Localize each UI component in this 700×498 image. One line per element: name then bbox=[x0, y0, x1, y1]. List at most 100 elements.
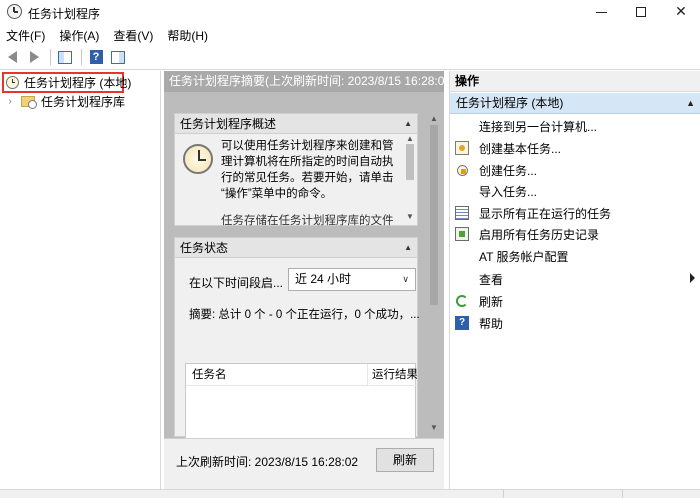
task-scheduler-app-icon bbox=[7, 4, 22, 19]
tree-item-label: 任务计划程序 (本地) bbox=[24, 76, 132, 90]
collapse-icon[interactable]: ▲ bbox=[404, 114, 412, 134]
action-label: 显示所有正在运行的任务 bbox=[479, 206, 612, 221]
action-show-running-tasks[interactable]: 显示所有正在运行的任务 bbox=[450, 202, 700, 224]
scroll-up-icon[interactable]: ▲ bbox=[406, 134, 414, 143]
overview-scrollbar[interactable]: ▲ ▼ bbox=[403, 134, 417, 226]
task-status-section-header[interactable]: 任务状态 ▲ bbox=[175, 238, 417, 258]
forward-button[interactable] bbox=[24, 47, 44, 67]
status-bar bbox=[0, 489, 700, 498]
forward-arrow-icon bbox=[29, 51, 39, 63]
period-select[interactable]: 近 24 小时 ∨ bbox=[288, 268, 416, 291]
refresh-icon bbox=[456, 295, 468, 307]
action-connect-computer[interactable]: 连接到另一台计算机... bbox=[450, 115, 700, 137]
refresh-button[interactable]: 刷新 bbox=[376, 448, 434, 472]
task-scheduler-clock-icon bbox=[183, 144, 213, 174]
column-header-run-result[interactable]: 运行结果 bbox=[369, 364, 417, 386]
action-label: 帮助 bbox=[479, 316, 504, 331]
status-bar-divider bbox=[503, 490, 504, 498]
summary-scrollbar[interactable]: ▲ ▼ bbox=[427, 111, 441, 437]
collapse-icon[interactable]: ▲ bbox=[404, 238, 412, 258]
close-button[interactable]: ✕ bbox=[659, 0, 700, 24]
title-bar: 任务计划程序 ✕ bbox=[0, 0, 700, 24]
wizard-icon bbox=[455, 141, 469, 155]
scroll-up-icon[interactable]: ▲ bbox=[430, 114, 438, 123]
action-at-service-account[interactable]: AT 服务帐户配置 bbox=[450, 245, 700, 267]
chevron-right-icon[interactable]: › bbox=[5, 96, 15, 107]
folder-clock-icon bbox=[21, 95, 37, 109]
toolbar-separator bbox=[81, 49, 82, 65]
help-icon: ? bbox=[455, 316, 469, 330]
menu-file[interactable]: 文件(F) bbox=[6, 27, 53, 44]
task-status-section: 任务状态 ▲ 在以下时间段启... 近 24 小时 ∨ 摘要: 总计 0 个 -… bbox=[174, 237, 420, 438]
action-label: 导入任务... bbox=[479, 184, 538, 199]
action-help[interactable]: ? 帮助 bbox=[450, 312, 700, 334]
chevron-down-icon: ∨ bbox=[402, 274, 409, 284]
minimize-button[interactable] bbox=[579, 0, 623, 24]
show-hide-action-pane-button[interactable] bbox=[108, 47, 128, 67]
toolbar-separator bbox=[50, 49, 51, 65]
action-label: AT 服务帐户配置 bbox=[479, 249, 569, 264]
action-pane-icon bbox=[111, 50, 125, 64]
action-label: 创建基本任务... bbox=[479, 141, 562, 156]
action-refresh[interactable]: 刷新 bbox=[450, 290, 700, 312]
actions-title: 操作 bbox=[450, 71, 700, 92]
show-hide-console-tree-button[interactable] bbox=[55, 47, 75, 67]
period-select-value: 近 24 小时 bbox=[295, 272, 352, 286]
actions-group-header[interactable]: 任务计划程序 (本地) ▲ bbox=[450, 93, 700, 114]
summary-pane: 任务计划程序摘要(上次刷新时间: 2023/8/15 16:28:02) 任务计… bbox=[164, 71, 444, 489]
submenu-arrow-icon bbox=[690, 273, 695, 283]
blank-icon bbox=[455, 119, 469, 133]
overview-line: 理计算机将在所指定的时间自动执 bbox=[221, 156, 394, 168]
action-label: 连接到另一台计算机... bbox=[479, 119, 598, 134]
tree-item-task-scheduler-local[interactable]: 任务计划程序 (本地) bbox=[2, 72, 131, 93]
scroll-thumb[interactable] bbox=[430, 125, 438, 305]
tree-item-label: 任务计划程序库 bbox=[41, 94, 126, 109]
back-button[interactable] bbox=[2, 47, 22, 67]
summary-footer: 上次刷新时间: 2023/8/15 16:28:02 刷新 bbox=[164, 438, 444, 489]
create-task-icon bbox=[455, 163, 469, 177]
action-view[interactable]: 查看 bbox=[450, 268, 700, 290]
overview-section-header[interactable]: 任务计划程序概述 ▲ bbox=[175, 114, 417, 134]
running-tasks-icon bbox=[455, 206, 469, 220]
blank-icon bbox=[455, 184, 469, 198]
actions-pane: 操作 任务计划程序 (本地) ▲ 连接到另一台计算机... 创建基本任务... … bbox=[449, 71, 700, 489]
overview-section-title: 任务计划程序概述 bbox=[180, 117, 277, 131]
back-arrow-icon bbox=[7, 51, 17, 63]
task-status-table[interactable]: 任务名 运行结果 bbox=[185, 363, 417, 438]
status-summary: 摘要: 总计 0 个 - 0 个正在运行，0 个成功，... bbox=[189, 309, 420, 321]
action-enable-history[interactable]: 启用所有任务历史记录 bbox=[450, 223, 700, 245]
help-toolbar-button[interactable]: ? bbox=[86, 47, 106, 67]
menu-view[interactable]: 查看(V) bbox=[113, 27, 161, 44]
blank-icon bbox=[455, 249, 469, 263]
column-header-task-name[interactable]: 任务名 bbox=[186, 364, 368, 386]
close-icon: ✕ bbox=[675, 3, 687, 19]
toolbar: ? bbox=[0, 45, 700, 70]
tree-item-task-library[interactable]: › 任务计划程序库 bbox=[5, 92, 125, 110]
action-create-basic-task[interactable]: 创建基本任务... bbox=[450, 137, 700, 159]
action-label: 刷新 bbox=[479, 294, 504, 309]
blank-icon bbox=[455, 272, 469, 286]
task-status-section-title: 任务状态 bbox=[180, 241, 229, 255]
scroll-down-icon[interactable]: ▼ bbox=[430, 423, 438, 432]
scroll-down-icon[interactable]: ▼ bbox=[406, 212, 414, 221]
last-refresh-text: 上次刷新时间: 2023/8/15 16:28:02 bbox=[176, 455, 359, 469]
overview-line: 行的常见任务。若要开始，请单击 bbox=[221, 172, 394, 184]
overview-line: 可以使用任务计划程序来创建和管 bbox=[221, 140, 394, 152]
menu-bar: 文件(F) 操作(A) 查看(V) 帮助(H) bbox=[0, 25, 700, 45]
maximize-icon bbox=[636, 7, 646, 18]
action-import-task[interactable]: 导入任务... bbox=[450, 180, 700, 202]
action-create-task[interactable]: 创建任务... bbox=[450, 159, 700, 181]
menu-help[interactable]: 帮助(H) bbox=[167, 27, 216, 44]
action-label: 创建任务... bbox=[479, 163, 538, 178]
console-tree: 任务计划程序 (本地) › 任务计划程序库 bbox=[0, 71, 161, 489]
scroll-thumb[interactable] bbox=[406, 144, 414, 180]
menu-action[interactable]: 操作(A) bbox=[59, 27, 107, 44]
help-icon: ? bbox=[89, 50, 103, 64]
collapse-icon[interactable]: ▲ bbox=[686, 93, 695, 114]
clock-icon bbox=[6, 76, 19, 89]
maximize-button[interactable] bbox=[619, 0, 663, 24]
action-label: 查看 bbox=[479, 272, 504, 287]
window-title: 任务计划程序 bbox=[28, 7, 101, 21]
history-icon bbox=[455, 227, 469, 241]
overview-section: 任务计划程序概述 ▲ 可以使用任务计划程序来创建和管 理计算机将在所指定的时间自… bbox=[174, 113, 418, 226]
